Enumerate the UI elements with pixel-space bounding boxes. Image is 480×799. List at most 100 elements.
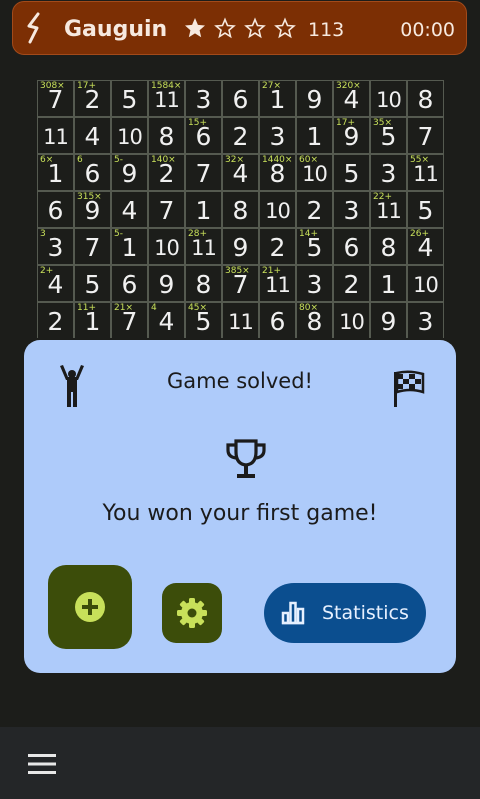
grid-cell[interactable]: 8 (148, 117, 185, 154)
settings-button[interactable] (162, 583, 222, 643)
grid-cell[interactable]: 2 (296, 191, 333, 228)
grid-cell[interactable]: 1440× 8 (259, 154, 296, 191)
grid-cell[interactable]: 6× 1 (37, 154, 74, 191)
new-game-button[interactable] (48, 565, 132, 649)
grid-cell[interactable]: 308× 7 (37, 80, 74, 117)
grid-cell[interactable]: 10 (407, 265, 444, 302)
cell-value: 6 (195, 122, 212, 151)
grid-cell[interactable]: 5 (111, 80, 148, 117)
grid-cell[interactable]: 3 (407, 302, 444, 338)
grid-cell[interactable]: 7 (74, 228, 111, 265)
cell-value: 8 (306, 307, 323, 336)
grid-cell[interactable]: 1 (296, 117, 333, 154)
grid-cell[interactable]: 11 (222, 302, 259, 338)
grid-cell[interactable]: 22+ 11 (370, 191, 407, 228)
grid-cell[interactable]: 10 (370, 80, 407, 117)
cell-value: 2 (158, 159, 175, 188)
grid-cell[interactable]: 5- 9 (111, 154, 148, 191)
cell-value: 4 (343, 85, 360, 114)
grid-cell[interactable]: 2 (37, 302, 74, 338)
grid-cell[interactable]: 21× 7 (111, 302, 148, 338)
cell-value: 8 (232, 196, 249, 225)
grid-cell[interactable]: 35× 5 (370, 117, 407, 154)
grid-cell[interactable]: 140× 2 (148, 154, 185, 191)
grid-cell[interactable]: 2 (259, 228, 296, 265)
grid-cell[interactable]: 3 (333, 191, 370, 228)
grid-cell[interactable]: 45× 5 (185, 302, 222, 338)
difficulty-rating[interactable] (183, 16, 297, 40)
grid-cell[interactable]: 14+ 5 (296, 228, 333, 265)
grid-cell[interactable]: 28+ 11 (185, 228, 222, 265)
grid-cell[interactable]: 3 (259, 117, 296, 154)
grid-cell[interactable]: 5 (333, 154, 370, 191)
grid-cell[interactable]: 4 (74, 117, 111, 154)
grid-cell[interactable]: 5 (407, 191, 444, 228)
grid-cell[interactable]: 8 (370, 228, 407, 265)
cell-value: 7 (158, 196, 175, 225)
grid-cell[interactable]: 10 (111, 117, 148, 154)
grid-cell[interactable]: 10 (333, 302, 370, 338)
grid-cell[interactable]: 27× 1 (259, 80, 296, 117)
grid-cell[interactable]: 7 (407, 117, 444, 154)
grid-cell[interactable]: 3 (185, 80, 222, 117)
cell-value: 11 (413, 162, 439, 186)
cell-value: 1 (195, 196, 212, 225)
grid-cell[interactable]: 5- 1 (111, 228, 148, 265)
grid-cell[interactable]: 10 (259, 191, 296, 228)
cell-value: 3 (380, 159, 397, 188)
grid-cell[interactable]: 44 (148, 302, 185, 338)
hamburger-menu-icon[interactable] (27, 751, 57, 777)
grid-cell[interactable]: 32× 4 (222, 154, 259, 191)
grid-cell[interactable]: 3 (296, 265, 333, 302)
cell-value: 1 (121, 233, 138, 262)
grid-cell[interactable]: 9 (148, 265, 185, 302)
bar-chart-icon (281, 601, 305, 625)
grid-cell[interactable]: 2 (222, 117, 259, 154)
grid-cell[interactable]: 17+ 2 (74, 80, 111, 117)
grid-cell[interactable]: 6 (37, 191, 74, 228)
star-filled-icon (185, 18, 205, 38)
grid-cell[interactable]: 33 (37, 228, 74, 265)
cell-value: 4 (158, 307, 175, 336)
grid-cell[interactable]: 9 (296, 80, 333, 117)
grid-cell[interactable]: 11+ 1 (74, 302, 111, 338)
grid-cell[interactable]: 26+ 4 (407, 228, 444, 265)
grid-cell[interactable]: 17+ 9 (333, 117, 370, 154)
grid-cell[interactable]: 320× 4 (333, 80, 370, 117)
grid-cell[interactable]: 60× 10 (296, 154, 333, 191)
checkered-flag-icon[interactable] (392, 370, 426, 408)
grid-cell[interactable]: 385× 7 (222, 265, 259, 302)
grid-cell[interactable]: 3 (370, 154, 407, 191)
grid-cell[interactable]: 6 (259, 302, 296, 338)
grid-cell[interactable]: 8 (185, 265, 222, 302)
grid-cell[interactable]: 8 (222, 191, 259, 228)
grid-cell[interactable]: 9 (222, 228, 259, 265)
grid-cell[interactable]: 7 (185, 154, 222, 191)
grid-cell[interactable]: 6 (111, 265, 148, 302)
grid-cell[interactable]: 315× 9 (74, 191, 111, 228)
cell-value: 7 (47, 85, 64, 114)
grid-cell[interactable]: 10 (148, 228, 185, 265)
cell-value: 9 (232, 233, 249, 262)
grid-cell[interactable]: 21+ 11 (259, 265, 296, 302)
grid-cell[interactable]: 15+ 6 (185, 117, 222, 154)
grid-cell[interactable]: 7 (148, 191, 185, 228)
grid-cell[interactable]: 80× 8 (296, 302, 333, 338)
grid-cell[interactable]: 1584× 11 (148, 80, 185, 117)
grid-cell[interactable]: 4 (111, 191, 148, 228)
grid-cell[interactable]: 2 (333, 265, 370, 302)
grid-cell[interactable]: 66 (74, 154, 111, 191)
grid-cell[interactable]: 9 (370, 302, 407, 338)
grid-cell[interactable]: 55× 11 (407, 154, 444, 191)
grid-cell[interactable]: 11 (37, 117, 74, 154)
grid-cell[interactable]: 6 (222, 80, 259, 117)
grid-cell[interactable]: 2+ 4 (37, 265, 74, 302)
grid-cell[interactable]: 1 (185, 191, 222, 228)
puzzle-grid[interactable]: 308× 7 17+ 2 5 1584× 11 3 6 27× 1 9 320× 4 10 8 11 4 10 8 15… (37, 80, 444, 338)
grid-cell[interactable]: 6 (333, 228, 370, 265)
cell-value: 3 (343, 196, 360, 225)
grid-cell[interactable]: 8 (407, 80, 444, 117)
grid-cell[interactable]: 5 (74, 265, 111, 302)
grid-cell[interactable]: 1 (370, 265, 407, 302)
statistics-button[interactable]: Statistics (264, 583, 426, 643)
